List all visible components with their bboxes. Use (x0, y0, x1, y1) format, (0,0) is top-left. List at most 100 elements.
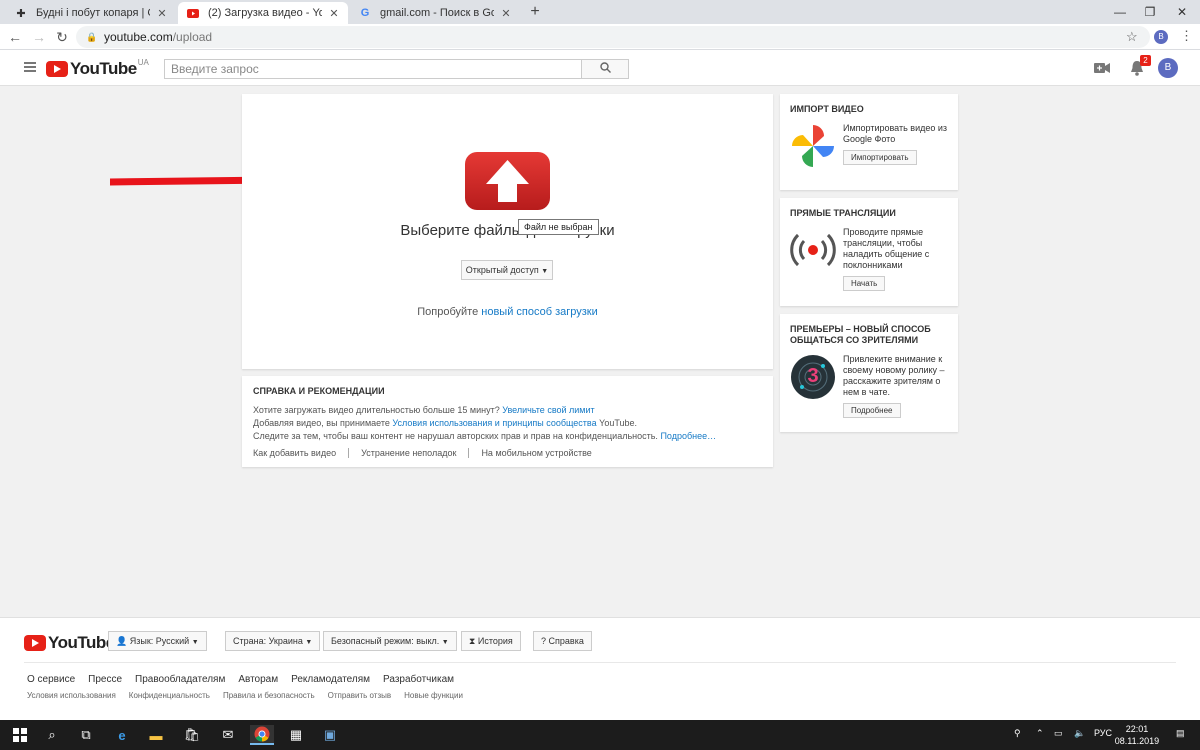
taskbar-clock[interactable]: 22:01 08.11.2019 (1112, 723, 1162, 747)
learn-more-button[interactable]: Подробнее (843, 403, 901, 418)
mail-icon[interactable]: ✉ (218, 725, 238, 745)
footer-link[interactable]: Рекламодателям (291, 674, 370, 685)
live-text: Проводите прямые трансляции, чтобы налад… (843, 227, 930, 270)
privacy-dropdown[interactable]: Открытый доступ ▼ (461, 260, 553, 280)
people-icon[interactable]: ⚲ (1014, 728, 1021, 739)
search-input[interactable]: Введите запрос (164, 59, 582, 79)
app-icon[interactable]: ▣ (320, 725, 340, 745)
footer-link[interactable]: О сервисе (27, 674, 75, 685)
close-icon[interactable]: ✕ (328, 7, 340, 20)
mobile-link[interactable]: На мобильном устройстве (481, 448, 603, 458)
youtube-logo[interactable]: YouTube UA (46, 57, 149, 79)
footer: YouTube 👤 Язык: Русский ▼ Страна: Украин… (0, 617, 1200, 720)
close-window-icon[interactable]: ✕ (1162, 0, 1200, 24)
footer-link[interactable]: Новые функции (404, 691, 463, 700)
footer-link[interactable]: Правила и безопасность (223, 691, 315, 700)
search-icon (599, 62, 611, 73)
file-not-selected-tooltip: Файл не выбран (518, 219, 599, 235)
help-button[interactable]: ? Справка (533, 631, 592, 651)
edge-icon[interactable]: e (112, 725, 132, 745)
tab-gmail-search[interactable]: G gmail.com - Поиск в Google ✕ (350, 2, 520, 24)
select-files-title[interactable]: Выберите файлы для загрузки (242, 222, 773, 239)
troubleshooting-link[interactable]: Устранение неполадок (361, 448, 470, 458)
clock-date: 08.11.2019 (1114, 736, 1160, 746)
help-links: Как добавить видео Устранение неполадок … (253, 448, 762, 458)
close-icon[interactable]: ✕ (156, 7, 168, 20)
tray-chevron-icon[interactable]: ⌃ (1036, 728, 1044, 739)
footer-primary-links: О сервисе Прессе Правообладателям Автора… (27, 674, 454, 685)
import-video-card: ИМПОРТ ВИДЕО Импортировать видео из Goog… (780, 94, 958, 190)
footer-link[interactable]: Прессе (88, 674, 122, 685)
close-icon[interactable]: ✕ (500, 7, 512, 20)
help-line-limit: Хотите загружать видео длительностью бол… (253, 404, 762, 417)
footer-link[interactable]: Условия использования (27, 691, 116, 700)
youtube-header: YouTube UA Введите запрос 2 B (0, 50, 1200, 86)
store-icon[interactable]: 🛍 (182, 725, 202, 745)
back-arrow-icon[interactable]: ← (6, 28, 24, 46)
live-title: ПРЯМЫЕ ТРАНСЛЯЦИИ (790, 208, 896, 218)
caret-down-icon: ▼ (441, 639, 449, 646)
input-language[interactable]: РУС (1094, 728, 1112, 738)
calculator-icon[interactable]: ▦ (286, 725, 306, 745)
footer-link[interactable]: Конфиденциальность (129, 691, 210, 700)
increase-limit-link[interactable]: Увеличьте свой лимит (502, 405, 594, 415)
new-upload-link[interactable]: новый способ загрузки (481, 306, 597, 318)
help-title: СПРАВКА И РЕКОМЕНДАЦИИ (253, 386, 385, 396)
forward-arrow-icon[interactable]: → (30, 28, 48, 46)
start-live-button[interactable]: Начать (843, 276, 886, 291)
footer-secondary-links: Условия использования Конфиденциальность… (27, 691, 463, 700)
bookmark-star-icon[interactable]: ☆ (1126, 29, 1138, 45)
browser-menu-icon[interactable]: ⋮ (1180, 28, 1193, 44)
safe-mode-button[interactable]: Безопасный режим: выкл. ▼ (323, 631, 457, 651)
new-tab-button[interactable]: + (526, 3, 544, 21)
footer-link[interactable]: Разработчикам (383, 674, 454, 685)
browser-profile-avatar[interactable]: B (1154, 30, 1168, 44)
hamburger-menu-icon[interactable] (24, 62, 36, 72)
upload-arrow-icon[interactable] (465, 152, 550, 210)
tab-youtube-upload[interactable]: (2) Загрузка видео - YouTube ✕ (178, 2, 348, 24)
footer-link[interactable]: Авторам (238, 674, 278, 685)
network-icon[interactable]: ▭ (1054, 728, 1063, 739)
help-icon: ? (541, 636, 547, 646)
logo-region: UA (137, 57, 149, 67)
terms-link[interactable]: Условия использования и принципы сообщес… (392, 418, 596, 428)
action-center-icon[interactable]: ▤ (1176, 728, 1185, 739)
windows-start-icon[interactable] (10, 725, 30, 745)
reload-icon[interactable]: ↻ (53, 28, 71, 46)
language-button[interactable]: 👤 Язык: Русский ▼ (108, 631, 207, 651)
footer-link[interactable]: Правообладателям (135, 674, 225, 685)
safe-mode-label: Безопасный режим: выкл. (331, 636, 440, 646)
avatar[interactable]: B (1158, 58, 1178, 78)
google-icon: G (360, 7, 370, 19)
search-button[interactable] (581, 59, 629, 79)
windows-taskbar: ⌕ ⧉ e ▬ 🛍 ✉ ▦ ▣ ⚲ ⌃ ▭ 🔈 РУС 22:01 08.11.… (0, 720, 1200, 750)
help-text: Хотите загружать видео длительностью бол… (253, 405, 500, 415)
omnibox[interactable]: 🔒 youtube.com/upload (76, 26, 1150, 48)
tab-budni[interactable]: ✚ Будні і побут копаря | Страниц ✕ (6, 2, 176, 24)
search-icon[interactable]: ⌕ (42, 725, 62, 745)
file-explorer-icon[interactable]: ▬ (146, 725, 166, 745)
youtube-play-icon (46, 61, 68, 77)
help-line-copyright: Следите за тем, чтобы ваш контент не нар… (253, 430, 762, 443)
country-button[interactable]: Страна: Украина ▼ (225, 631, 321, 651)
help-text: Добавляя видео, вы принимаете (253, 418, 390, 428)
learn-more-link[interactable]: Подробнее… (660, 431, 716, 441)
help-text: Следите за тем, чтобы ваш контент не нар… (253, 431, 658, 441)
volume-icon[interactable]: 🔈 (1074, 728, 1085, 739)
url-path: /upload (172, 30, 213, 44)
footer-link[interactable]: Отправить отзыв (328, 691, 392, 700)
puzzle-icon: ✚ (16, 7, 26, 20)
how-to-upload-link[interactable]: Как добавить видео (253, 448, 350, 458)
footer-youtube-logo[interactable]: YouTube (24, 633, 115, 653)
video-camera-icon[interactable] (1094, 62, 1110, 74)
google-photos-icon (790, 123, 836, 169)
premieres-text: Привлеките внимание к своему новому роли… (843, 354, 945, 397)
task-view-icon[interactable]: ⧉ (76, 725, 96, 745)
import-button[interactable]: Импортировать (843, 150, 917, 165)
logo-text: YouTube (70, 59, 137, 78)
chrome-icon[interactable] (250, 725, 274, 745)
history-button[interactable]: ⧗ История (461, 631, 521, 651)
browser-tab-strip: ✚ Будні і побут копаря | Страниц ✕ (2) З… (0, 0, 1200, 24)
hourglass-icon: ⧗ (469, 636, 476, 646)
clock-time: 22:01 (1125, 724, 1149, 734)
